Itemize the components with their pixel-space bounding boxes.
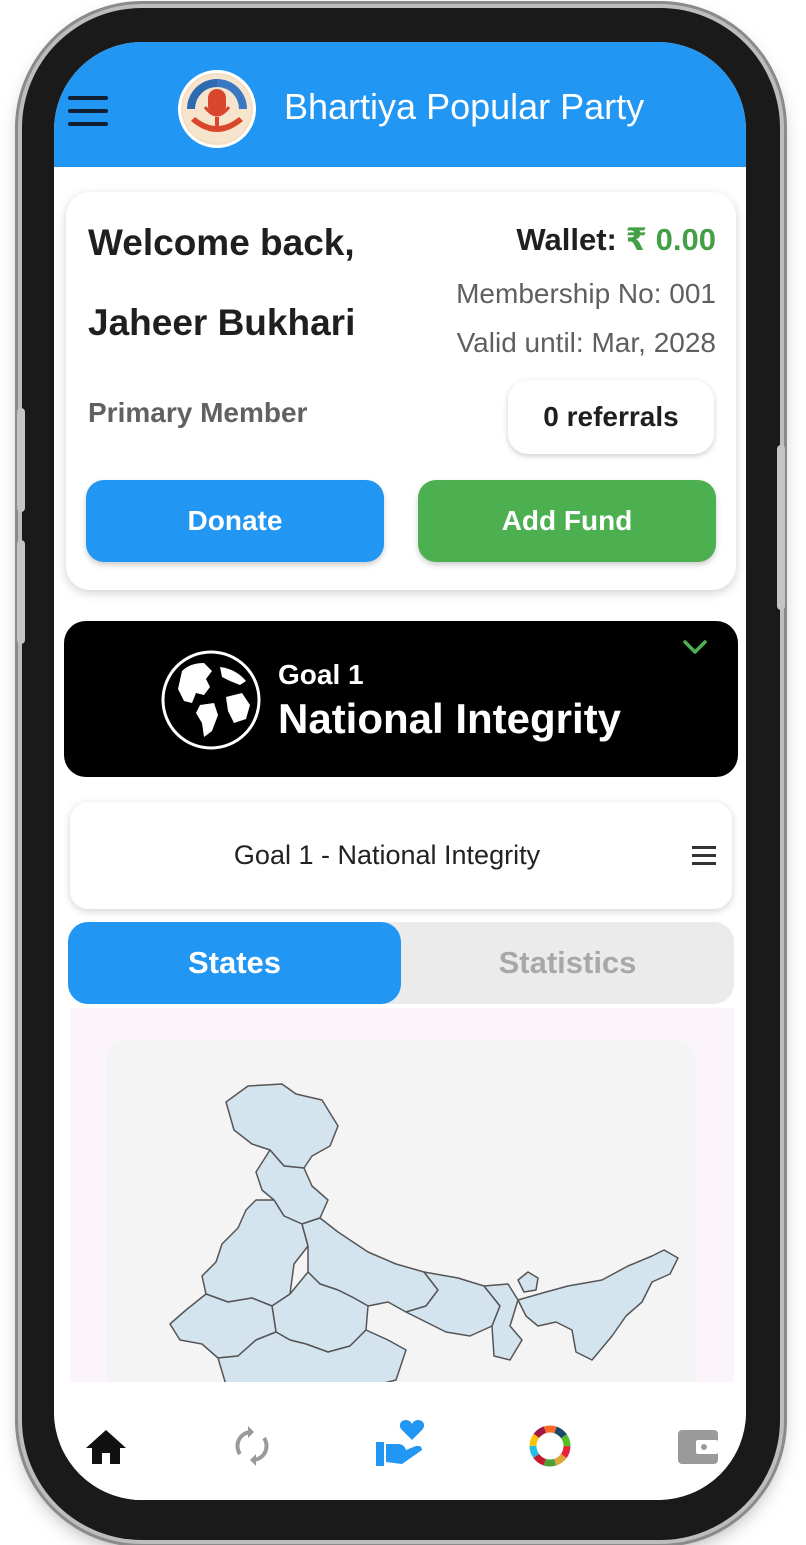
- wallet-label: Wallet:: [516, 222, 617, 257]
- sync-icon[interactable]: [228, 1422, 276, 1470]
- view-tabs: States Statistics: [68, 922, 734, 1004]
- home-icon[interactable]: [82, 1422, 130, 1470]
- india-map[interactable]: [106, 1040, 696, 1390]
- member-summary-card: Welcome back, Jaheer Bukhari Primary Mem…: [66, 192, 736, 590]
- states-map-area: [70, 1008, 734, 1400]
- india-map-panel[interactable]: [106, 1040, 696, 1400]
- welcome-greeting: Welcome back,: [88, 222, 355, 263]
- goal-banner[interactable]: Goal 1 National Integrity: [64, 621, 738, 777]
- goal-selector-label: Goal 1 - National Integrity: [233, 840, 541, 870]
- tab-states[interactable]: States: [68, 922, 401, 1004]
- app-title: Bhartiya Popular Party: [284, 86, 645, 127]
- wallet-icon[interactable]: [674, 1422, 722, 1470]
- volunteer-icon[interactable]: [372, 1416, 428, 1472]
- wallet-amount: ₹ 0.00: [625, 222, 716, 257]
- app-bar: Bhartiya Popular Party: [54, 42, 746, 167]
- goal-selector[interactable]: Goal 1 - National Integrity: [70, 802, 732, 909]
- user-name: Jaheer Bukhari: [88, 302, 356, 343]
- power-side-button: [777, 445, 785, 610]
- map-state-northeast: [517, 1249, 679, 1361]
- goal-banner-number: Goal 1: [278, 659, 364, 690]
- list-menu-icon[interactable]: [692, 846, 716, 866]
- app-screen: Bhartiya Popular Party Welcome back, Jah…: [54, 42, 746, 1500]
- membership-number: Membership No: 001: [456, 278, 716, 309]
- map-state-sikkim: [517, 1271, 539, 1293]
- referrals-button[interactable]: 0 referrals: [508, 380, 714, 454]
- hamburger-menu-icon[interactable]: [68, 96, 108, 126]
- bottom-navigation: [54, 1382, 746, 1500]
- tab-statistics[interactable]: Statistics: [401, 922, 734, 1004]
- membership-valid-until: Valid until: Mar, 2028: [456, 327, 716, 358]
- volume-up-side-button: [17, 408, 25, 512]
- volume-down-side-button: [17, 540, 25, 644]
- goals-wheel-icon[interactable]: [526, 1422, 574, 1470]
- add-fund-button[interactable]: Add Fund: [418, 480, 716, 562]
- globe-icon: [161, 650, 261, 750]
- party-logo: [178, 70, 256, 148]
- member-type-label: Primary Member: [88, 397, 308, 428]
- donate-button[interactable]: Donate: [86, 480, 384, 562]
- chevron-down-icon[interactable]: [682, 637, 708, 657]
- map-state-jammu-kashmir: [225, 1083, 339, 1169]
- goal-banner-title: National Integrity: [278, 695, 622, 742]
- wallet-balance: Wallet: ₹ 0.00: [516, 222, 716, 258]
